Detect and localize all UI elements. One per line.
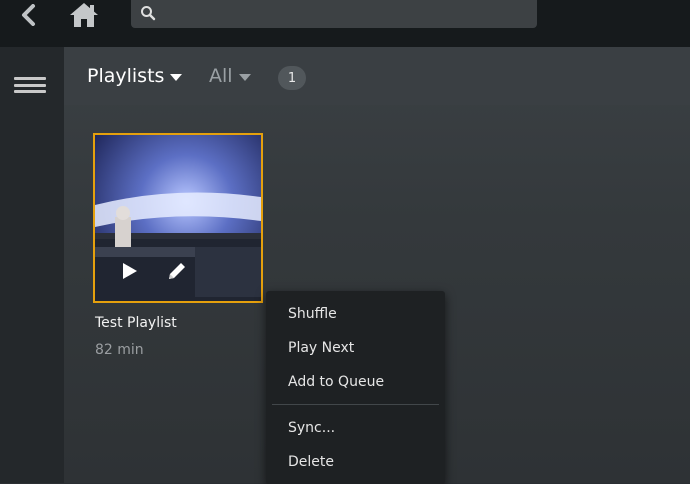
menu-item-sync[interactable]: Sync... <box>288 420 335 436</box>
playlist-title[interactable]: Test Playlist <box>95 315 177 331</box>
hamburger-menu-icon <box>14 90 46 93</box>
hamburger-menu-button[interactable] <box>14 73 46 97</box>
playlists-dropdown-label: Playlists <box>87 65 165 87</box>
back-button[interactable] <box>14 2 44 28</box>
playlists-dropdown[interactable]: Playlists <box>87 65 183 87</box>
chevron-left-icon <box>22 4 35 26</box>
menu-item-play-next[interactable]: Play Next <box>288 340 354 356</box>
top-bar <box>0 0 690 47</box>
search-input[interactable] <box>161 3 535 27</box>
search-icon <box>141 6 156 21</box>
context-menu: Shuffle Play Next Add to Queue Sync... D… <box>266 291 445 484</box>
all-filter-label: All <box>209 65 233 87</box>
search-bar[interactable] <box>131 0 537 28</box>
playlist-poster[interactable] <box>93 133 263 303</box>
playlist-duration: 82 min <box>95 342 144 358</box>
hamburger-menu-icon <box>14 83 46 87</box>
hamburger-menu-icon <box>14 77 46 80</box>
caret-down-icon <box>238 73 251 81</box>
home-button[interactable] <box>66 0 102 30</box>
pencil-edit-icon[interactable] <box>165 259 189 283</box>
menu-item-add-to-queue[interactable]: Add to Queue <box>288 374 384 390</box>
all-filter-dropdown[interactable]: All <box>209 65 251 87</box>
caret-down-icon <box>170 73 183 81</box>
menu-item-delete[interactable]: Delete <box>288 454 334 470</box>
count-badge: 1 <box>278 66 306 90</box>
home-icon <box>70 3 98 27</box>
menu-divider <box>272 404 439 405</box>
main-content: Playlists All 1 Test Playlist 82 min Shu… <box>64 47 690 484</box>
sidebar <box>0 47 64 483</box>
filter-bar: Playlists All 1 <box>64 47 690 105</box>
play-icon[interactable] <box>121 261 139 281</box>
menu-item-shuffle[interactable]: Shuffle <box>288 306 337 322</box>
